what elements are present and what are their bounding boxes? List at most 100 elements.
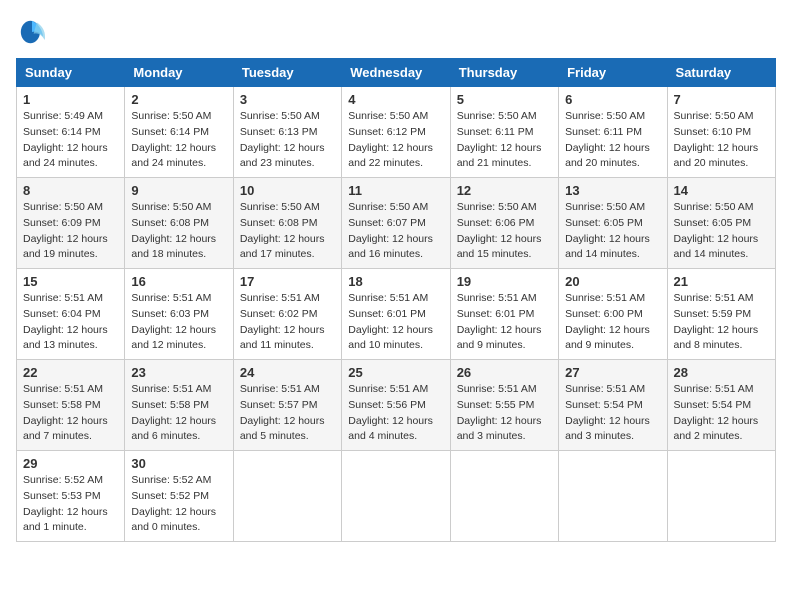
calendar-cell: 12 Sunrise: 5:50 AMSunset: 6:06 PMDayligh… — [450, 178, 558, 269]
day-info: Sunrise: 5:51 AMSunset: 6:04 PMDaylight:… — [23, 291, 118, 354]
logo — [16, 16, 52, 48]
day-number: 4 — [348, 92, 443, 107]
day-info: Sunrise: 5:51 AMSunset: 5:59 PMDaylight:… — [674, 291, 769, 354]
day-info: Sunrise: 5:50 AMSunset: 6:07 PMDaylight:… — [348, 200, 443, 263]
day-number: 16 — [131, 274, 226, 289]
day-number: 18 — [348, 274, 443, 289]
header-tuesday: Tuesday — [233, 59, 341, 87]
day-info: Sunrise: 5:51 AMSunset: 6:03 PMDaylight:… — [131, 291, 226, 354]
day-info: Sunrise: 5:50 AMSunset: 6:13 PMDaylight:… — [240, 109, 335, 172]
day-number: 17 — [240, 274, 335, 289]
calendar-cell: 25Sunrise: 5:51 AMSunset: 5:56 PMDayligh… — [342, 360, 450, 451]
day-number: 28 — [674, 365, 769, 380]
day-number: 27 — [565, 365, 660, 380]
day-info: Sunrise: 5:50 AMSunset: 6:05 PMDaylight:… — [565, 200, 660, 263]
header-friday: Friday — [559, 59, 667, 87]
day-number: 21 — [674, 274, 769, 289]
calendar-cell — [342, 451, 450, 542]
day-number: 1 — [23, 92, 118, 107]
day-info: Sunrise: 5:50 AMSunset: 6:08 PMDaylight:… — [240, 200, 335, 263]
calendar-cell: 28 Sunrise: 5:51 AMSunset: 5:54 PMDayligh… — [667, 360, 775, 451]
header-saturday: Saturday — [667, 59, 775, 87]
header-sunday: Sunday — [17, 59, 125, 87]
calendar-cell: 16 Sunrise: 5:51 AMSunset: 6:03 PMDayligh… — [125, 269, 233, 360]
calendar-cell: 21 Sunrise: 5:51 AMSunset: 5:59 PMDayligh… — [667, 269, 775, 360]
calendar-cell: 23 Sunrise: 5:51 AMSunset: 5:58 PMDayligh… — [125, 360, 233, 451]
calendar-cell: 11 Sunrise: 5:50 AMSunset: 6:07 PMDayligh… — [342, 178, 450, 269]
week-row-3: 22 Sunrise: 5:51 AMSunset: 5:58 PMDayligh… — [17, 360, 776, 451]
day-number: 3 — [240, 92, 335, 107]
day-info: Sunrise: 5:50 AMSunset: 6:05 PMDaylight:… — [674, 200, 769, 263]
day-number: 19 — [457, 274, 552, 289]
day-number: 2 — [131, 92, 226, 107]
day-info: Sunrise: 5:50 AMSunset: 6:11 PMDaylight:… — [565, 109, 660, 172]
calendar-cell: 8Sunrise: 5:50 AMSunset: 6:09 PMDaylight… — [17, 178, 125, 269]
week-row-4: 29Sunrise: 5:52 AMSunset: 5:53 PMDayligh… — [17, 451, 776, 542]
day-number: 9 — [131, 183, 226, 198]
day-info: Sunrise: 5:50 AMSunset: 6:06 PMDaylight:… — [457, 200, 552, 263]
day-info: Sunrise: 5:52 AMSunset: 5:52 PMDaylight:… — [131, 473, 226, 536]
calendar-cell — [667, 451, 775, 542]
day-info: Sunrise: 5:51 AMSunset: 5:57 PMDaylight:… — [240, 382, 335, 445]
day-number: 11 — [348, 183, 443, 198]
day-number: 20 — [565, 274, 660, 289]
day-number: 12 — [457, 183, 552, 198]
calendar-cell: 22 Sunrise: 5:51 AMSunset: 5:58 PMDayligh… — [17, 360, 125, 451]
day-number: 23 — [131, 365, 226, 380]
calendar-cell: 24 Sunrise: 5:51 AMSunset: 5:57 PMDayligh… — [233, 360, 341, 451]
day-info: Sunrise: 5:51 AMSunset: 6:01 PMDaylight:… — [348, 291, 443, 354]
day-number: 24 — [240, 365, 335, 380]
week-row-2: 15 Sunrise: 5:51 AMSunset: 6:04 PMDayligh… — [17, 269, 776, 360]
day-info: Sunrise: 5:51 AMSunset: 5:58 PMDaylight:… — [23, 382, 118, 445]
calendar-cell: 14 Sunrise: 5:50 AMSunset: 6:05 PMDayligh… — [667, 178, 775, 269]
calendar-cell — [559, 451, 667, 542]
header-thursday: Thursday — [450, 59, 558, 87]
calendar-cell: 27 Sunrise: 5:51 AMSunset: 5:54 PMDayligh… — [559, 360, 667, 451]
day-number: 7 — [674, 92, 769, 107]
calendar-cell: 2 Sunrise: 5:50 AMSunset: 6:14 PMDaylight… — [125, 87, 233, 178]
calendar-cell: 7Sunrise: 5:50 AMSunset: 6:10 PMDaylight… — [667, 87, 775, 178]
day-info: Sunrise: 5:50 AMSunset: 6:11 PMDaylight:… — [457, 109, 552, 172]
day-info: Sunrise: 5:50 AMSunset: 6:12 PMDaylight:… — [348, 109, 443, 172]
calendar-cell: 1 Sunrise: 5:49 AMSunset: 6:14 PMDaylight… — [17, 87, 125, 178]
calendar-cell: 3 Sunrise: 5:50 AMSunset: 6:13 PMDaylight… — [233, 87, 341, 178]
calendar-cell: 17Sunrise: 5:51 AMSunset: 6:02 PMDayligh… — [233, 269, 341, 360]
day-number: 5 — [457, 92, 552, 107]
calendar-cell: 29Sunrise: 5:52 AMSunset: 5:53 PMDayligh… — [17, 451, 125, 542]
day-number: 8 — [23, 183, 118, 198]
day-info: Sunrise: 5:51 AMSunset: 5:58 PMDaylight:… — [131, 382, 226, 445]
day-info: Sunrise: 5:51 AMSunset: 6:01 PMDaylight:… — [457, 291, 552, 354]
day-info: Sunrise: 5:49 AMSunset: 6:14 PMDaylight:… — [23, 109, 118, 172]
day-info: Sunrise: 5:51 AMSunset: 5:55 PMDaylight:… — [457, 382, 552, 445]
day-info: Sunrise: 5:50 AMSunset: 6:14 PMDaylight:… — [131, 109, 226, 172]
day-number: 22 — [23, 365, 118, 380]
day-info: Sunrise: 5:51 AMSunset: 5:56 PMDaylight:… — [348, 382, 443, 445]
calendar-cell: 6 Sunrise: 5:50 AMSunset: 6:11 PMDaylight… — [559, 87, 667, 178]
calendar-cell: 10 Sunrise: 5:50 AMSunset: 6:08 PMDayligh… — [233, 178, 341, 269]
calendar-cell: 9 Sunrise: 5:50 AMSunset: 6:08 PMDaylight… — [125, 178, 233, 269]
calendar-cell: 15 Sunrise: 5:51 AMSunset: 6:04 PMDayligh… — [17, 269, 125, 360]
day-number: 15 — [23, 274, 118, 289]
calendar-table: SundayMondayTuesdayWednesdayThursdayFrid… — [16, 58, 776, 542]
header-wednesday: Wednesday — [342, 59, 450, 87]
calendar-cell: 18 Sunrise: 5:51 AMSunset: 6:01 PMDayligh… — [342, 269, 450, 360]
day-number: 14 — [674, 183, 769, 198]
calendar-cell: 20 Sunrise: 5:51 AMSunset: 6:00 PMDayligh… — [559, 269, 667, 360]
day-number: 13 — [565, 183, 660, 198]
day-number: 26 — [457, 365, 552, 380]
day-number: 30 — [131, 456, 226, 471]
day-number: 6 — [565, 92, 660, 107]
calendar-header-row: SundayMondayTuesdayWednesdayThursdayFrid… — [17, 59, 776, 87]
day-info: Sunrise: 5:51 AMSunset: 5:54 PMDaylight:… — [565, 382, 660, 445]
day-info: Sunrise: 5:52 AMSunset: 5:53 PMDaylight:… — [23, 473, 118, 536]
calendar-cell: 30 Sunrise: 5:52 AMSunset: 5:52 PMDayligh… — [125, 451, 233, 542]
header-monday: Monday — [125, 59, 233, 87]
logo-icon — [16, 16, 48, 48]
calendar-cell: 19 Sunrise: 5:51 AMSunset: 6:01 PMDayligh… — [450, 269, 558, 360]
day-info: Sunrise: 5:51 AMSunset: 5:54 PMDaylight:… — [674, 382, 769, 445]
calendar-cell: 13 Sunrise: 5:50 AMSunset: 6:05 PMDayligh… — [559, 178, 667, 269]
day-info: Sunrise: 5:51 AMSunset: 6:00 PMDaylight:… — [565, 291, 660, 354]
day-info: Sunrise: 5:50 AMSunset: 6:08 PMDaylight:… — [131, 200, 226, 263]
day-number: 10 — [240, 183, 335, 198]
calendar-cell: 5 Sunrise: 5:50 AMSunset: 6:11 PMDaylight… — [450, 87, 558, 178]
